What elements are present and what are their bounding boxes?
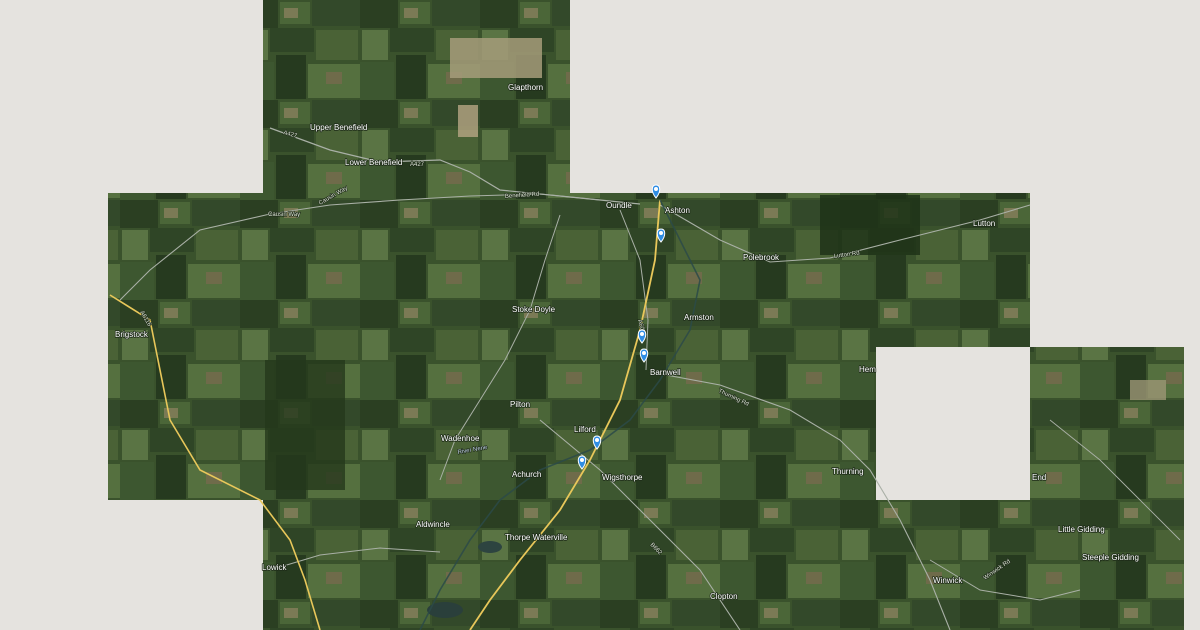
map-tile-centre-lower (263, 347, 876, 500)
farmland-patch (450, 38, 542, 78)
label-a427-east: A427 (410, 162, 425, 168)
map-tile-east (1030, 347, 1184, 500)
label-winwick: Winwick (933, 576, 963, 585)
label-little-gidding: Little Gidding (1058, 525, 1105, 534)
forest-patch (265, 360, 345, 490)
label-thurning: Thurning (832, 467, 864, 476)
label-oundle: Oundle (606, 201, 632, 210)
label-wigsthorpe: Wigsthorpe (602, 473, 643, 482)
map-tiles (108, 0, 1184, 630)
label-polebrook: Polebrook (743, 253, 780, 262)
label-pilton: Pilton (510, 400, 530, 409)
label-lowick: Lowick (262, 563, 287, 572)
label-steeple-gidding: Steeple Gidding (1082, 553, 1139, 562)
label-glapthorn: Glapthorn (508, 83, 543, 92)
label-stoke-doyle: Stoke Doyle (512, 305, 556, 314)
lake (478, 541, 502, 553)
label-lilford: Lilford (574, 425, 596, 434)
label-end: End (1032, 473, 1046, 482)
label-brigstock: Brigstock (115, 330, 149, 339)
label-barnwell: Barnwell (650, 368, 681, 377)
label-clopton: Clopton (710, 592, 738, 601)
label-thorpe-waterville: Thorpe Waterville (505, 533, 568, 542)
map-tile-west (108, 193, 263, 500)
label-aldwincle: Aldwincle (416, 520, 450, 529)
label-hemington: Hem (859, 365, 876, 374)
label-upper-benefield: Upper Benefield (310, 123, 367, 132)
label-achurch: Achurch (512, 470, 541, 479)
forest-patch (820, 195, 920, 255)
label-armston: Armston (684, 313, 714, 322)
label-lutton: Lutton (973, 219, 995, 228)
farmland-patch (458, 105, 478, 137)
label-ashton: Ashton (665, 206, 690, 215)
map-tile-south (263, 500, 1184, 630)
satellite-map[interactable]: Glapthorn Upper Benefield Lower Benefiel… (0, 0, 1200, 630)
label-lower-benefield: Lower Benefield (345, 158, 402, 167)
label-wadenhoe: Wadenhoe (441, 434, 480, 443)
field-patch (1130, 380, 1166, 400)
label-causin-way-south: Causin Way (268, 212, 300, 218)
